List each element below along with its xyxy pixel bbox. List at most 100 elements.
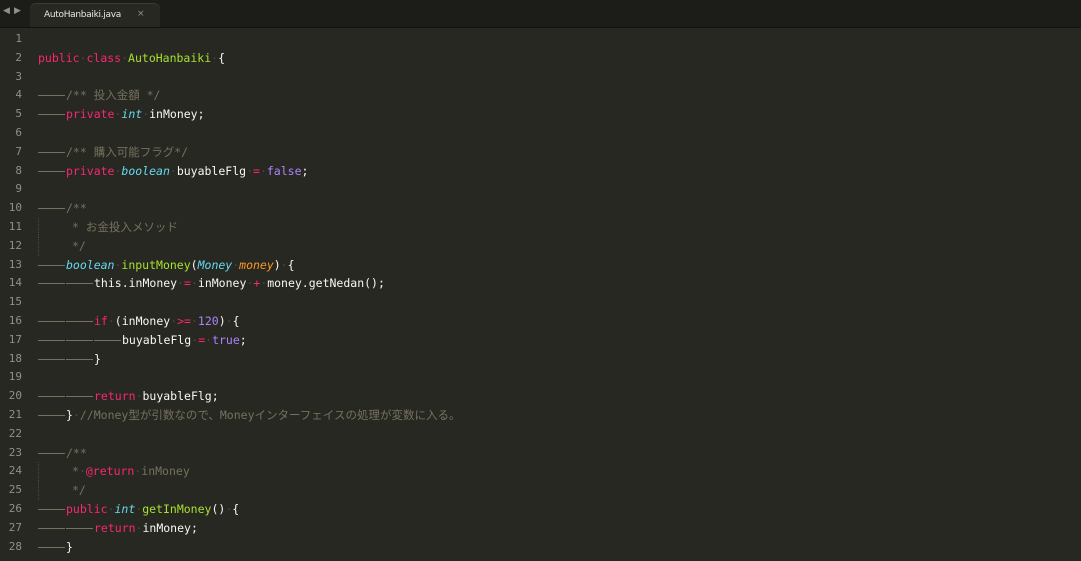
line-number: 16 <box>8 313 22 327</box>
tab-autohanbaiki[interactable]: AutoHanbaiki.java × <box>30 4 160 27</box>
comment: */ <box>72 483 86 498</box>
code-line-25: 25 */ <box>0 481 1081 500</box>
line-number: 21 <box>8 407 22 421</box>
back-arrow-icon[interactable]: ◀ <box>3 6 10 16</box>
indent-tab <box>38 208 65 210</box>
indent-tab <box>38 546 65 548</box>
brace: } <box>66 539 73 554</box>
line-number: 17 <box>8 332 22 346</box>
brace: { <box>232 313 240 328</box>
line-number: 9 <box>15 182 22 196</box>
indent-tab <box>38 264 65 266</box>
indent-tab <box>38 95 65 97</box>
code-line-6: 6 <box>0 124 1081 143</box>
code-line-15: 15 <box>0 293 1081 312</box>
code-line-26: 26 public·int·getInMoney()·{ <box>0 500 1081 519</box>
line-number: 14 <box>8 276 22 290</box>
code-line-16: 16 if·(inMoney·>=·120)·{ <box>0 312 1081 331</box>
indent-tab <box>38 114 65 116</box>
close-icon[interactable]: × <box>137 9 145 19</box>
indent-tab <box>38 452 65 454</box>
literal: false <box>266 163 302 178</box>
line-number: 15 <box>8 295 22 309</box>
code-line-7: 7 /** 購入可能フラグ*/ <box>0 143 1081 162</box>
forward-arrow-icon[interactable]: ▶ <box>14 6 21 16</box>
parens: () <box>211 501 226 516</box>
keyword: public <box>66 501 108 516</box>
line-number: 2 <box>15 50 22 64</box>
code-line-5: 5 private·int·inMoney; <box>0 105 1081 124</box>
line-number: 19 <box>8 370 22 384</box>
javadoc-tag: @return <box>85 464 135 479</box>
line-number: 25 <box>8 483 22 497</box>
operator: = <box>253 163 260 178</box>
indent-tab <box>66 283 93 285</box>
brace: } <box>94 351 101 366</box>
indent-tab <box>38 508 65 510</box>
brace: { <box>232 501 240 516</box>
code-line-12: 12 */ <box>0 236 1081 256</box>
line-number: 4 <box>15 88 22 102</box>
number: 120 <box>197 313 219 328</box>
line-number: 8 <box>15 163 22 177</box>
indent-tab <box>66 339 93 341</box>
paren: ) <box>273 257 281 272</box>
code-editor[interactable]: 1 2 public·class·AutoHanbaiki·{ 3 4 /** … <box>0 30 1081 561</box>
identifier: inMoney; <box>142 520 198 535</box>
type: int <box>121 107 143 122</box>
expression: (inMoney <box>114 313 171 328</box>
semicolon: ; <box>301 163 309 178</box>
code-line-4: 4 /** 投入金額 */ <box>0 86 1081 105</box>
semicolon: ; <box>239 332 247 347</box>
paren: ( <box>190 257 198 272</box>
code-line-1: 1 <box>0 30 1081 49</box>
code-line-11: 11 * お金投入メソッド <box>0 217 1081 237</box>
operator: >= <box>177 313 191 328</box>
code-line-14: 14 this.inMoney·=·inMoney·+·money.getNed… <box>0 274 1081 293</box>
code-line-24: 24 *·@return·inMoney <box>0 462 1081 482</box>
code-line-17: 17 buyableFlg·=·true; <box>0 331 1081 350</box>
param-name: money <box>239 257 274 272</box>
identifier: buyableFlg <box>176 163 247 178</box>
operator: = <box>184 276 191 291</box>
line-number: 23 <box>8 445 22 459</box>
line-number: 1 <box>15 32 22 45</box>
indent-tab <box>66 320 93 322</box>
keyword: return <box>94 520 136 535</box>
code-line-3: 3 <box>0 68 1081 87</box>
expression: money.getNedan(); <box>267 276 385 291</box>
tab-title: AutoHanbaiki.java <box>44 10 121 20</box>
line-number: 24 <box>8 464 22 478</box>
brace: { <box>287 257 295 272</box>
indent-tab <box>38 339 65 341</box>
tab-bar: ◀ ▶ AutoHanbaiki.java × <box>0 0 1081 28</box>
line-number: 3 <box>15 69 22 83</box>
code-line-20: 20 return·buyableFlg; <box>0 387 1081 406</box>
line-number: 20 <box>8 389 22 403</box>
indent-guide <box>38 462 39 482</box>
line-number: 22 <box>8 426 22 440</box>
indent-tab <box>94 339 121 341</box>
identifier: inMoney; <box>149 107 205 122</box>
line-number: 26 <box>8 501 22 515</box>
indent-tab <box>66 396 93 398</box>
keyword: if <box>94 313 108 328</box>
type: boolean <box>66 257 115 272</box>
code-line-28: 28 } <box>0 538 1081 557</box>
comment: /** 購入可能フラグ*/ <box>66 144 189 159</box>
comment: /** 投入金額 */ <box>66 88 161 103</box>
paren: ) <box>218 313 226 328</box>
indent-guide <box>38 217 39 237</box>
comment: */ <box>72 238 86 253</box>
indent-guide <box>38 236 39 256</box>
line-number: 27 <box>8 520 22 534</box>
indent-tab <box>66 358 93 360</box>
code-line-19: 19 <box>0 368 1081 387</box>
line-number: 10 <box>8 201 22 215</box>
literal: true <box>212 332 240 347</box>
keyword-this: this <box>94 276 122 291</box>
line-number: 6 <box>15 125 22 139</box>
identifier: buyableFlg; <box>142 389 219 404</box>
class-name: AutoHanbaiki <box>128 50 212 65</box>
comment: /** <box>66 201 87 216</box>
